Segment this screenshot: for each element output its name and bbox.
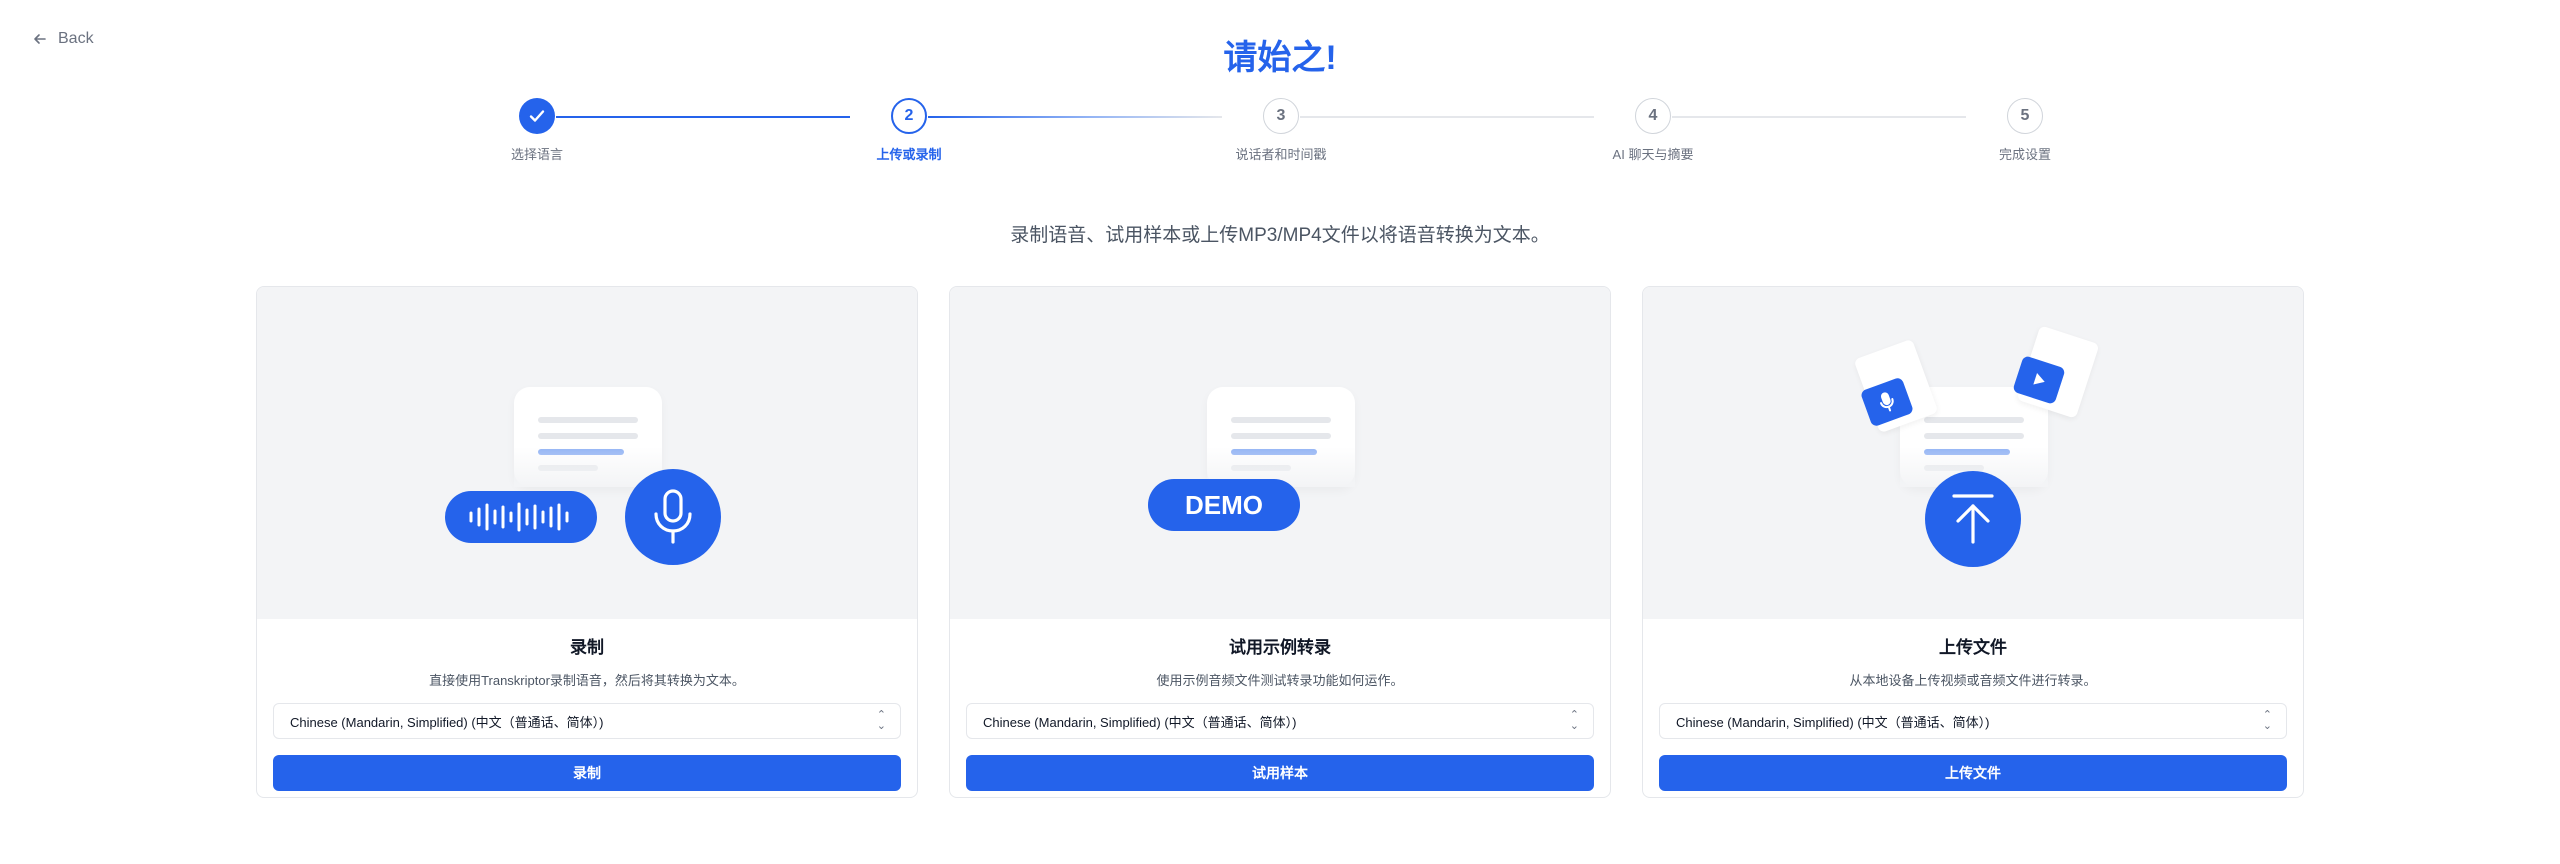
upload-arrow-icon — [1925, 471, 2021, 567]
record-language-select[interactable]: Chinese (Mandarin, Simplified) (中文（普通话、简… — [273, 703, 901, 739]
step-1-circle — [519, 98, 555, 134]
upload-file-button[interactable]: 上传文件 — [1659, 755, 2287, 791]
step-2-circle: 2 — [891, 98, 927, 134]
upload-illustration — [1643, 287, 2303, 619]
step-1-label: 选择语言 — [510, 147, 563, 162]
step-3: 3 说话者和时间戳 — [1171, 98, 1391, 163]
document-icon — [514, 387, 662, 487]
try-sample-button[interactable]: 试用样本 — [966, 755, 1594, 791]
upload-card-title: 上传文件 — [1939, 638, 2007, 657]
step-4-circle: 4 — [1635, 98, 1671, 134]
page-subtitle: 录制语音、试用样本或上传MP3/MP4文件以将语音转换为文本。 — [1010, 225, 1550, 246]
record-card: 录制 直接使用Transkriptor录制语音，然后将其转换为文本。 Chine… — [256, 286, 918, 798]
step-3-circle: 3 — [1263, 98, 1299, 134]
sample-card-description: 使用示例音频文件测试转录功能如何运作。 — [1156, 673, 1404, 688]
check-icon — [529, 110, 545, 122]
page-title: 请始之! — [1223, 39, 1337, 77]
microphone-icon — [625, 469, 721, 565]
step-1: 选择语言 — [427, 98, 647, 163]
step-5-circle: 5 — [2007, 98, 2043, 134]
upload-language-value: Chinese (Mandarin, Simplified) (中文（普通话、简… — [1676, 714, 1990, 730]
step-2-label: 上传或录制 — [876, 147, 942, 162]
document-icon — [1207, 387, 1355, 487]
step-5-label: 完成设置 — [1998, 147, 2051, 162]
chevron-up-down-icon: ⌃ ⌄ — [876, 709, 886, 732]
record-card-title: 录制 — [570, 638, 604, 657]
record-button[interactable]: 录制 — [273, 755, 901, 791]
record-illustration — [257, 287, 917, 619]
chevron-up-down-icon: ⌃ ⌄ — [2262, 709, 2272, 732]
progress-stepper: 选择语言 2 上传或录制 3 说话者和时间戳 4 AI 聊天与摘要 5 完成设置 — [500, 98, 2060, 162]
upload-card: 上传文件 从本地设备上传视频或音频文件进行转录。 Chinese (Mandar… — [1642, 286, 2304, 798]
chevron-up-down-icon: ⌃ ⌄ — [1569, 709, 1579, 732]
record-card-description: 直接使用Transkriptor录制语音，然后将其转换为文本。 — [429, 673, 745, 688]
waveform-icon — [445, 491, 597, 543]
upload-language-select[interactable]: Chinese (Mandarin, Simplified) (中文（普通话、简… — [1659, 703, 2287, 739]
step-4-label: AI 聊天与摘要 — [1612, 147, 1694, 162]
step-4: 4 AI 聊天与摘要 — [1543, 98, 1763, 163]
step-3-label: 说话者和时间戳 — [1235, 147, 1327, 162]
sample-card: DEMO 试用示例转录 使用示例音频文件测试转录功能如何运作。 Chinese … — [949, 286, 1611, 798]
sample-language-select[interactable]: Chinese (Mandarin, Simplified) (中文（普通话、简… — [966, 703, 1594, 739]
demo-label: DEMO — [1185, 489, 1263, 520]
record-language-value: Chinese (Mandarin, Simplified) (中文（普通话、简… — [290, 714, 604, 730]
step-5: 5 完成设置 — [1915, 98, 2135, 163]
step-2: 2 上传或录制 — [799, 98, 1019, 163]
sample-language-value: Chinese (Mandarin, Simplified) (中文（普通话、简… — [983, 714, 1297, 730]
upload-card-description: 从本地设备上传视频或音频文件进行转录。 — [1849, 673, 2097, 688]
demo-badge: DEMO — [1148, 479, 1300, 531]
sample-illustration: DEMO — [950, 287, 1610, 619]
sample-card-title: 试用示例转录 — [1229, 638, 1331, 657]
